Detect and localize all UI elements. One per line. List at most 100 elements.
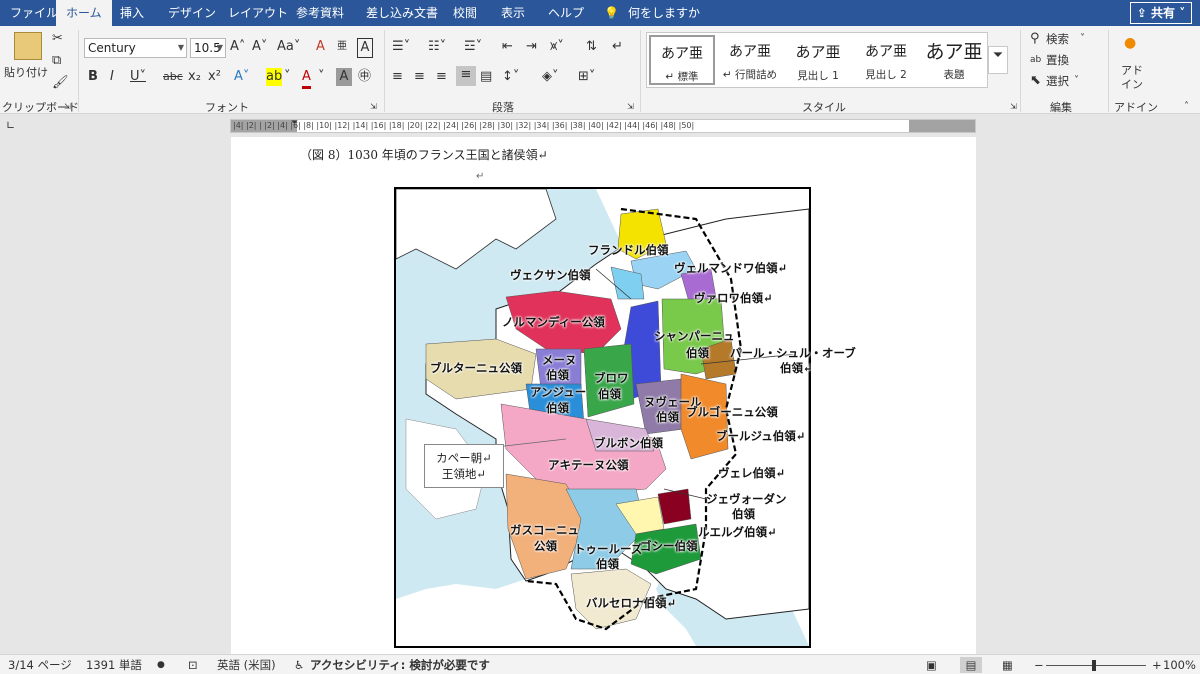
map-label: ノルマンディー公領 (502, 315, 605, 329)
format-painter-icon[interactable]: 🖌 (52, 74, 69, 92)
zoom-slider-thumb[interactable] (1092, 660, 1096, 671)
align-right-icon[interactable]: ≡ (436, 68, 447, 86)
clear-formatting-icon[interactable]: A (316, 38, 325, 56)
style-title[interactable]: あア亜 表題 (921, 35, 987, 85)
figure-caption: （図 8）1030 年頃のフランス王国と諸侯領↵ (300, 148, 548, 162)
align-left-icon[interactable]: ≡ (392, 68, 403, 86)
accessibility-icon: ♿ (294, 658, 305, 672)
chevron-down-icon[interactable]: ˅ (318, 68, 325, 86)
tab-file[interactable]: ファイル (10, 0, 58, 26)
tab-view[interactable]: 表示 (501, 0, 525, 26)
change-case-icon[interactable]: Aa˅ (277, 38, 300, 56)
shrink-font-icon[interactable]: A˅ (252, 38, 267, 56)
tab-design[interactable]: デザイン (168, 0, 216, 26)
paste-icon[interactable] (14, 32, 42, 60)
select-button[interactable]: 選択 (1046, 72, 1069, 90)
replace-button[interactable]: 置換 (1046, 51, 1069, 69)
shading-icon[interactable]: ◈˅ (542, 68, 559, 86)
zoom-level[interactable]: 100% (1163, 657, 1196, 673)
horizontal-ruler[interactable]: |4| |2| | |2| |4| |6| |8| |10| |12| |14|… (230, 119, 976, 133)
language-indicator[interactable]: 英語 (米国) (217, 657, 276, 673)
enclose-characters-icon[interactable]: ㊥ (358, 68, 371, 86)
tell-me-search[interactable]: 何をしますか (628, 0, 700, 26)
select-icon: ⬉ (1030, 73, 1041, 88)
share-label: 共有 (1151, 6, 1176, 20)
tab-home[interactable]: ホーム (56, 0, 112, 26)
borders-icon[interactable]: ⊞˅ (578, 68, 595, 86)
superscript-icon[interactable]: x² (208, 68, 221, 86)
font-color-icon[interactable]: A (302, 68, 311, 89)
increase-indent-icon[interactable]: ⇥ (526, 38, 537, 56)
show-marks-icon[interactable]: ↵ (612, 38, 623, 56)
map-label: ガスコーニュ (510, 523, 579, 537)
grow-font-icon[interactable]: A˄ (230, 38, 245, 56)
tab-review[interactable]: 校閲 (453, 0, 477, 26)
macro-record-icon[interactable]: ● (157, 657, 165, 673)
style-heading-2[interactable]: あア亜 見出し 2 (853, 35, 919, 85)
map-label: 伯領 (596, 557, 619, 571)
read-mode-icon[interactable]: ⊡ (188, 657, 198, 673)
group-separator (640, 30, 641, 112)
zoom-out-button[interactable]: − (1034, 657, 1044, 673)
style-name: 見出し 2 (865, 69, 907, 81)
cut-icon[interactable]: ✂ (52, 30, 63, 48)
distributed-icon[interactable]: ▤ (480, 68, 492, 86)
copy-icon[interactable]: ⧉ (52, 52, 61, 70)
asian-layout-icon[interactable]: ⩙˅ (550, 38, 564, 56)
highlight-icon[interactable]: ab (266, 68, 282, 86)
zoom-slider-track[interactable] (1046, 665, 1146, 666)
style-normal[interactable]: あア亜 ↵ 標準 (649, 35, 715, 85)
bullets-icon[interactable]: ☰˅ (392, 38, 410, 56)
font-size-combo[interactable]: 10.5 ▼ (190, 38, 226, 58)
share-button[interactable]: ⇪ 共有 ˅ (1130, 2, 1192, 24)
accessibility-status[interactable]: アクセシビリティ: 検討が必要です (310, 657, 490, 673)
italic-icon[interactable]: I (110, 68, 114, 86)
tab-references[interactable]: 参考資料 (296, 0, 344, 26)
strikethrough-icon[interactable]: abc (163, 68, 183, 86)
map-label: フランドル伯領 (588, 243, 669, 257)
character-border-icon[interactable]: A (357, 38, 373, 58)
chevron-down-icon[interactable]: ˅ (284, 68, 291, 86)
chevron-down-icon[interactable]: ˅ (1080, 30, 1085, 48)
text-effects-icon[interactable]: A˅ (234, 68, 249, 86)
styles-more-icon[interactable]: ⏷ (988, 46, 1008, 74)
paste-button[interactable]: 貼り付け (4, 64, 48, 82)
subscript-icon[interactable]: x₂ (188, 68, 201, 86)
bold-icon[interactable]: B (88, 68, 98, 86)
addins-button[interactable]: アド イン (1118, 64, 1146, 92)
print-layout-icon[interactable]: ▤ (960, 657, 982, 673)
sort-icon[interactable]: ⇅ (586, 38, 597, 56)
read-view-icon[interactable]: ▣ (926, 657, 937, 673)
align-center-icon[interactable]: ≡ (414, 68, 425, 86)
multilevel-list-icon[interactable]: ☲˅ (464, 38, 482, 56)
phonetic-guide-icon[interactable]: 亜 (337, 38, 347, 56)
tab-layout[interactable]: レイアウト (228, 0, 288, 26)
style-heading-1[interactable]: あア亜 見出し 1 (785, 35, 851, 85)
chevron-down-icon[interactable]: ˅ (1074, 72, 1079, 90)
word-count[interactable]: 1391 単語 (86, 657, 142, 673)
chevron-down-icon: ▼ (177, 43, 184, 52)
map-label: アキテーヌ公領 (548, 458, 629, 472)
line-spacing-icon[interactable]: ↕˅ (502, 68, 519, 86)
find-button[interactable]: 検索 (1046, 30, 1069, 48)
font-group-label: フォント (205, 101, 249, 114)
justify-icon[interactable]: ≡ (456, 66, 476, 86)
page-count[interactable]: 3/14 ページ (8, 657, 72, 673)
map-label: 伯領 (546, 401, 569, 415)
decrease-indent-icon[interactable]: ⇤ (502, 38, 513, 56)
numbering-icon[interactable]: ☷˅ (428, 38, 446, 56)
character-shading-icon[interactable]: A (336, 68, 352, 86)
tab-selector-icon[interactable]: ∟ (6, 117, 15, 135)
tab-help[interactable]: ヘルプ (548, 0, 584, 26)
zoom-in-button[interactable]: + (1152, 657, 1162, 673)
font-name-combo[interactable]: Century ▼ (84, 38, 187, 58)
tab-insert[interactable]: 挿入 (120, 0, 144, 26)
indent-marker-icon[interactable]: ⏷ (291, 114, 298, 132)
map-label: ゴシー伯領 (640, 539, 698, 553)
web-layout-icon[interactable]: ▦ (1002, 657, 1013, 673)
map-label: ヴェクサン伯領 (510, 268, 591, 282)
group-separator (78, 30, 79, 112)
tab-mailings[interactable]: 差し込み文書 (366, 0, 438, 26)
style-no-spacing[interactable]: あア亜 ↵ 行間詰め (717, 35, 783, 85)
underline-icon[interactable]: U˅ (130, 68, 146, 86)
